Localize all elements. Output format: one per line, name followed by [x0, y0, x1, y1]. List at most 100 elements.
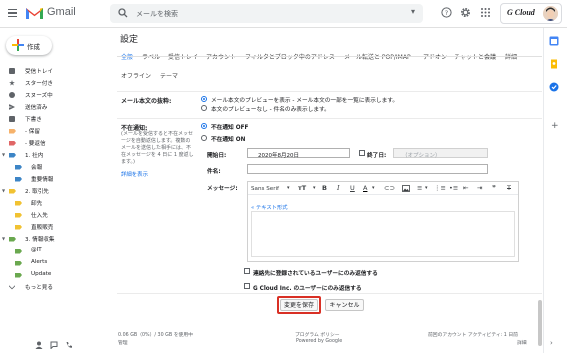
plain-text-link[interactable]: « テキスト形式 — [251, 203, 288, 211]
sidebar-item-label: @IT — [31, 247, 42, 253]
search-input[interactable]: メールを検索 — [136, 9, 178, 19]
account-switcher[interactable]: G Cloud — [500, 3, 562, 24]
chat-bubble-icon[interactable] — [50, 341, 58, 349]
image-icon[interactable] — [402, 185, 410, 192]
sidebar-item[interactable]: 受信トレイ — [0, 65, 110, 77]
phone-icon[interactable] — [65, 341, 73, 349]
font-size-caret-icon[interactable]: ▾ — [313, 185, 316, 191]
search-icon[interactable] — [118, 8, 128, 18]
expand-triangle-icon[interactable]: ▼ — [2, 152, 5, 157]
align-caret-icon[interactable]: ▾ — [425, 185, 428, 191]
subject-input[interactable] — [247, 164, 488, 174]
sidebar-item[interactable]: - 保留 — [0, 125, 110, 137]
expand-panel-icon[interactable]: › — [550, 339, 553, 347]
learn-more-link[interactable]: 詳細を表示 — [121, 172, 148, 179]
text-color-caret-icon[interactable]: ▾ — [372, 185, 375, 191]
sidebar-item-label: 下書き — [25, 117, 42, 123]
vacation-on-radio[interactable] — [201, 135, 207, 141]
program-policy-link[interactable]: プログラム ポリシー — [295, 331, 340, 338]
start-date-label: 開始日: — [207, 153, 227, 159]
sidebar-item[interactable]: - 要返信 — [0, 137, 110, 149]
underline-icon[interactable]: U — [350, 184, 355, 192]
sidebar-item-label: 重要情報 — [31, 177, 54, 183]
font-family-select[interactable]: Sans Serif — [251, 186, 279, 192]
sidebar-item-label: 仕入先 — [31, 213, 48, 219]
keep-icon[interactable] — [549, 59, 559, 69]
sidebar-item[interactable]: 下書き — [0, 113, 110, 125]
sidebar-item[interactable]: 会報 — [0, 161, 110, 173]
last-activity: 前回のアカウント アクティビティ: 1 日前 — [428, 333, 518, 338]
draft-icon — [9, 116, 15, 122]
help-icon[interactable]: ? — [441, 7, 452, 18]
bold-icon[interactable]: B — [322, 184, 327, 192]
sidebar-item[interactable]: ▼ 2. 取引先 — [0, 185, 110, 197]
row-divider — [117, 293, 542, 294]
svg-text:?: ? — [445, 9, 448, 17]
numbered-list-icon[interactable]: ⋮≡ — [434, 184, 446, 192]
expand-triangle-icon[interactable]: ▼ — [2, 236, 5, 241]
sidebar-item[interactable]: ▼ 3. 情報収集 — [0, 233, 110, 245]
end-date-checkbox[interactable] — [359, 150, 365, 156]
search-options-icon[interactable]: ▾ — [411, 7, 415, 16]
sidebar-item[interactable]: ▼ 1. 社内 — [0, 149, 110, 161]
label-icon — [9, 236, 16, 242]
star-icon — [9, 80, 15, 86]
expand-triangle-icon[interactable]: ▼ — [2, 188, 5, 193]
text-color-icon[interactable]: A — [363, 184, 367, 192]
add-addon-icon[interactable]: + — [551, 121, 559, 131]
settings-tab[interactable]: テーマ — [160, 71, 178, 80]
sidebar-item[interactable]: @IT — [0, 245, 110, 257]
sidebar-item[interactable]: スター付き — [0, 77, 110, 89]
remove-formatting-icon[interactable]: T — [507, 184, 511, 192]
link-icon[interactable]: ⊂⊃ — [384, 184, 395, 192]
font-family-caret-icon[interactable]: ▾ — [287, 185, 290, 191]
sidebar-item[interactable]: 直販販売 — [0, 221, 110, 233]
activity-details-link[interactable]: 詳細 — [517, 339, 527, 346]
domain-only-checkbox[interactable] — [244, 283, 250, 289]
sidebar-item[interactable]: Update — [0, 269, 110, 281]
manage-storage-link[interactable]: 管理 — [118, 339, 128, 346]
settings-tab[interactable]: オフライン — [121, 71, 151, 80]
start-date-value: 2020年8月20日 — [258, 152, 299, 159]
top-bar: Gmail メールを検索 ▾ ? G Cloud — [0, 0, 567, 28]
powered-by-google: Powered by Google — [296, 339, 343, 344]
storage-usage: 0.06 GB（0%）/ 30 GB を使用中 — [118, 333, 193, 338]
end-date-input[interactable]: （オプション） — [393, 148, 488, 159]
gmail-logo-icon[interactable] — [25, 6, 44, 20]
gear-icon[interactable] — [460, 7, 471, 18]
italic-icon[interactable]: I — [337, 184, 340, 192]
sidebar-item[interactable]: もっと見る — [0, 281, 110, 293]
apps-grid-icon[interactable] — [480, 7, 491, 18]
sidebar-item[interactable]: 送信済み — [0, 101, 110, 113]
contacts-icon[interactable] — [35, 341, 43, 349]
sidebar-item[interactable]: スヌーズ中 — [0, 89, 110, 101]
message-body[interactable] — [251, 211, 515, 257]
main-menu-icon[interactable] — [8, 9, 17, 17]
cancel-button[interactable]: キャンセル — [325, 299, 364, 311]
bulleted-list-icon[interactable]: •≡ — [449, 184, 458, 192]
avatar[interactable] — [543, 6, 558, 21]
scrollbar-thumb[interactable] — [538, 300, 542, 346]
preview-on-radio[interactable] — [201, 96, 207, 102]
tasks-icon[interactable] — [549, 82, 559, 92]
compose-button[interactable]: 作成 — [6, 36, 52, 55]
indent-less-icon[interactable]: ⇤ — [463, 184, 468, 192]
sidebar-item[interactable]: Alerts — [0, 257, 110, 269]
preview-off-radio[interactable] — [201, 105, 207, 111]
sidebar-item[interactable]: 仕入先 — [0, 209, 110, 221]
contacts-only-checkbox[interactable] — [244, 268, 250, 274]
calendar-icon[interactable] — [549, 36, 559, 46]
sidebar-item-label: Alerts — [31, 259, 48, 265]
font-size-icon[interactable]: тT — [298, 184, 306, 192]
search-bar[interactable]: メールを検索 ▾ — [110, 4, 423, 23]
sidebar-item[interactable]: 卸先 — [0, 197, 110, 209]
app-name: Gmail — [47, 6, 76, 18]
quote-icon[interactable]: ❞ — [492, 184, 496, 192]
sidebar-item[interactable]: 重要情報 — [0, 173, 110, 185]
align-icon[interactable]: ≡ — [417, 184, 422, 192]
vacation-off-radio[interactable] — [201, 123, 207, 129]
save-button[interactable]: 変更を保存 — [280, 299, 318, 311]
indent-more-icon[interactable]: ⇥ — [477, 184, 482, 192]
toolbar-divider — [248, 194, 518, 195]
start-date-input[interactable]: 2020年8月20日 — [247, 148, 350, 159]
